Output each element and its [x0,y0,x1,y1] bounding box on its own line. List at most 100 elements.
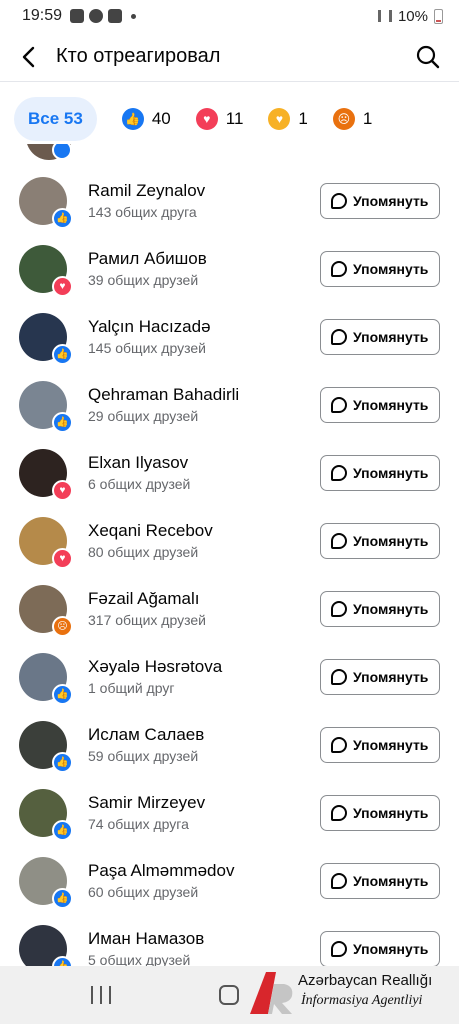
mutual-friends: 59 общих друзей [88,748,199,764]
like-reaction-icon: 👍 [52,208,73,229]
tab-care[interactable]: ♥ 1 [268,108,308,130]
like-icon: 👍 [121,108,144,130]
alert-icon [108,9,123,23]
person-name[interactable]: Paşa Alməmmədov [88,861,234,881]
love-reaction-icon: ♥ [52,276,73,297]
person-name[interactable]: Yalçın Hacızadə [88,317,211,337]
reaction-tabs: Все 53 👍 40 ♥ 11 ♥ 1 ☹ 1 [0,94,459,144]
mention-button[interactable]: Упомянуть [320,727,440,763]
list-item[interactable]: 👍 Ramil Zeynalov 143 общих друга Упомянуть [0,168,459,236]
mention-button[interactable]: Упомянуть [320,319,440,355]
mention-label: Упомянуть [353,873,429,889]
person-name[interactable]: Ислам Салаев [88,725,204,745]
more-notifications-icon [131,13,137,19]
list-item[interactable]: ♥ Elxan Ilyasov 6 общих друзей Упомянуть [0,440,459,508]
home-button[interactable] [219,985,239,1005]
watermark: Azərbaycan Reallığı İnformasiya Agentliy… [248,962,459,1024]
mutual-friends: 6 общих друзей [88,476,191,492]
list-item[interactable]: 👍 Samir Mirzeyev 74 общих друга Упомянуть [0,780,459,848]
list-item[interactable]: 👍 Ислам Салаев 59 общих друзей Упомянуть [0,712,459,780]
person-name[interactable]: Qehraman Bahadirli [88,385,239,405]
mention-label: Упомянуть [353,805,429,821]
list-item[interactable]: ♥ Рамил Абишов 39 общих друзей Упомянуть [0,236,459,304]
chat-bubble-icon [331,397,347,413]
watermark-line1: Azərbaycan Reallığı [298,972,433,989]
signal-icon [377,10,392,22]
like-reaction-icon: 👍 [52,752,73,773]
person-name[interactable]: Elxan Ilyasov [88,453,188,473]
reactions-list[interactable]: 👍 Ramil Zeynalov 143 общих друга Упомянуть ♥… [0,144,459,966]
tab-love-count: 11 [225,109,244,128]
mutual-friends: 39 общих друзей [88,272,199,288]
person-name[interactable]: Fəzail Ağamalı [88,589,200,609]
tab-love[interactable]: ♥ 11 [195,108,244,130]
status-time: 19:59 [22,7,63,24]
chat-bubble-icon [331,533,347,549]
chat-bubble-icon [331,669,347,685]
mention-button[interactable]: Упомянуть [320,931,440,966]
page-title: Кто отреагировал [56,45,221,67]
tab-care-count: 1 [298,109,308,128]
mention-label: Упомянуть [353,465,429,481]
mention-label: Упомянуть [353,669,429,685]
search-button[interactable] [411,40,445,74]
tab-all[interactable]: Все 53 [14,97,97,141]
mention-button[interactable]: Упомянуть [320,183,440,219]
mention-button[interactable]: Упомянуть [320,455,440,491]
like-icon [52,144,72,160]
like-reaction-icon: 👍 [52,888,73,909]
mention-button[interactable]: Упомянуть [320,863,440,899]
app-header: Кто отреагировал [0,32,459,82]
list-item[interactable]: 👍 Xəyalə Həsrətova 1 общий друг Упомянуть [0,644,459,712]
person-name[interactable]: Рамил Абишов [88,249,207,269]
mention-label: Упомянуть [353,601,429,617]
mutual-friends: 1 общий друг [88,680,175,696]
mention-button[interactable]: Упомянуть [320,591,440,627]
list-item[interactable]: ♥ Xeqani Recebov 80 общих друзей Упомянуть [0,508,459,576]
mutual-friends: 145 общих друзей [88,340,206,356]
battery-percent: 10% [397,7,428,25]
gallery-icon [70,9,85,23]
mention-label: Упомянуть [353,329,429,345]
battery-icon [434,8,443,24]
tab-angry-count: 1 [362,109,373,128]
person-name[interactable]: Xəyalə Həsrətova [88,657,222,677]
agency-logo-icon [250,972,293,1014]
list-item[interactable]: 👍 Yalçın Hacızadə 145 общих друзей Упомянут… [0,304,459,372]
tab-like[interactable]: 👍 40 [121,108,171,130]
like-reaction-icon: 👍 [52,956,73,966]
mutual-friends: 74 общих друга [88,816,189,832]
back-button[interactable] [0,32,56,82]
care-icon: ♥ [268,108,291,130]
recent-apps-button[interactable] [91,986,111,1004]
chat-bubble-icon [331,261,347,277]
angry-reaction-icon: ☹ [52,616,73,637]
mention-label: Упомянуть [353,261,429,277]
chat-bubble-icon [331,941,347,957]
person-name[interactable]: Иман Намазов [88,929,204,949]
mention-button[interactable]: Упомянуть [320,251,440,287]
person-name[interactable]: Ramil Zeynalov [88,181,205,201]
tab-angry[interactable]: ☹ 1 [332,108,373,130]
list-item[interactable]: 👍 Paşa Alməmmədov 60 общих друзей Упомянуть [0,848,459,916]
chat-bubble-icon [331,805,347,821]
search-icon [416,45,440,69]
mention-label: Упомянуть [353,941,429,957]
mention-label: Упомянуть [353,533,429,549]
mention-button[interactable]: Упомянуть [320,387,440,423]
mention-button[interactable]: Упомянуть [320,795,440,831]
chat-bubble-icon [331,193,347,209]
list-item[interactable]: 👍 Иман Намазов 5 общих друзей Упомянуть [0,916,459,966]
person-name[interactable]: Xeqani Recebov [88,521,213,541]
mutual-friends: 143 общих друга [88,204,197,220]
mutual-friends: 29 общих друзей [88,408,199,424]
chat-bubble-icon [331,601,347,617]
person-name[interactable]: Samir Mirzeyev [88,793,205,813]
list-item[interactable]: 👍 Qehraman Bahadirli 29 общих друзей Упомян… [0,372,459,440]
list-item[interactable]: ☹ Fəzail Ağamalı 317 общих друзей Упомянуть [0,576,459,644]
mention-button[interactable]: Упомянуть [320,659,440,695]
love-icon: ♥ [195,108,218,130]
tab-like-count: 40 [151,109,171,128]
mutual-friends: 80 общих друзей [88,544,199,560]
mention-button[interactable]: Упомянуть [320,523,440,559]
